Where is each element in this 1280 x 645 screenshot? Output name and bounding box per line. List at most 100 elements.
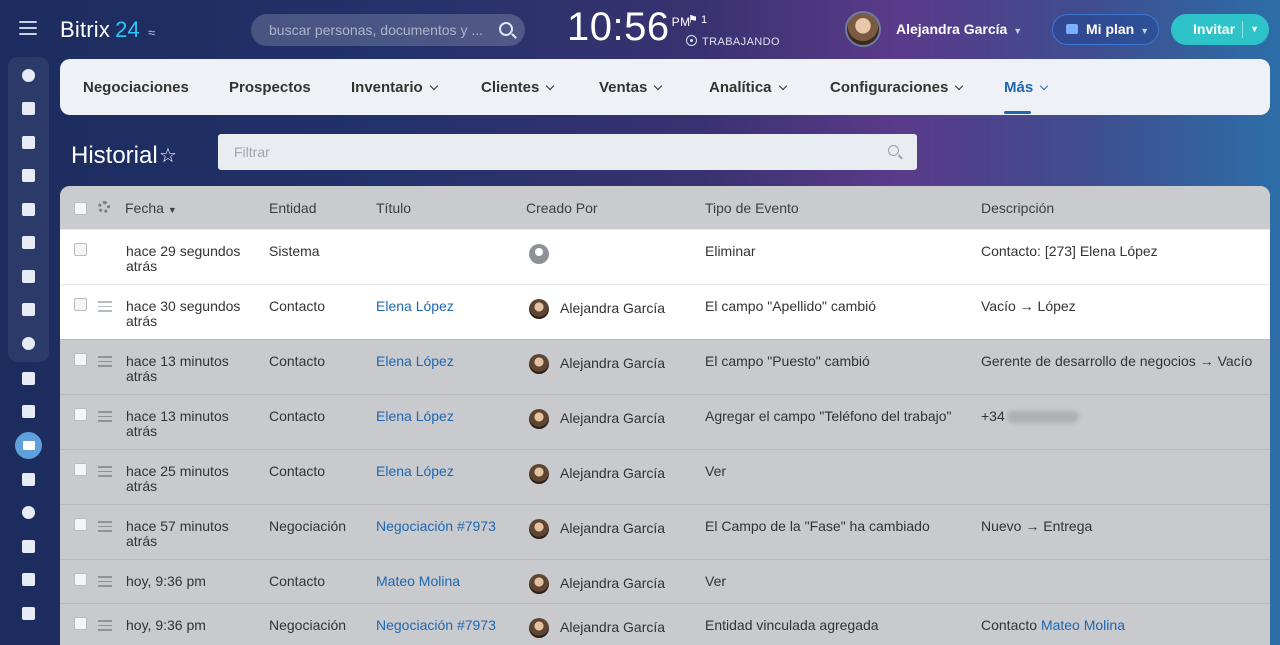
table-row[interactable]: hace 13 minutos atrás Contacto Elena Lóp…: [60, 339, 1270, 394]
tab-negociaciones[interactable]: Negociaciones: [83, 79, 189, 96]
sidebar-item-target-icon[interactable]: [20, 504, 37, 521]
row-checkbox[interactable]: [74, 353, 87, 366]
avatar[interactable]: [529, 574, 549, 594]
row-checkbox[interactable]: [74, 243, 87, 256]
desc-link[interactable]: Mateo Molina: [1041, 617, 1125, 633]
column-header-titulo[interactable]: Título: [376, 200, 411, 216]
sidebar-item-mail-icon[interactable]: [20, 268, 37, 285]
cell-creado-por[interactable]: Alejandra García: [560, 356, 665, 371]
search-icon[interactable]: [499, 22, 513, 36]
cell-creado-por[interactable]: Alejandra García: [560, 411, 665, 426]
invite-button[interactable]: Invitar ▼: [1171, 14, 1269, 45]
drag-handle-icon[interactable]: [98, 301, 112, 312]
cell-creado-por[interactable]: Alejandra García: [560, 620, 665, 635]
cell-titulo-link[interactable]: Mateo Molina: [376, 574, 460, 589]
tab-mas[interactable]: Más: [1004, 79, 1049, 96]
cell-titulo-link[interactable]: Negociación #7973: [376, 519, 496, 534]
column-header-creado-por[interactable]: Creado Por: [526, 200, 598, 216]
avatar[interactable]: [529, 464, 549, 484]
sidebar-item-tasks-icon[interactable]: [20, 100, 37, 117]
avatar[interactable]: [529, 519, 549, 539]
cell-titulo-link[interactable]: Elena López: [376, 354, 454, 369]
sidebar-item-sign-icon[interactable]: [20, 571, 37, 588]
avatar[interactable]: [529, 409, 549, 429]
tab-clientes[interactable]: Clientes: [481, 79, 555, 96]
user-menu[interactable]: Alejandra García ▼: [896, 21, 1022, 37]
column-header-fecha[interactable]: Fecha ▼: [125, 200, 177, 216]
tab-prospectos[interactable]: Prospectos: [229, 79, 311, 96]
cell-creado-por[interactable]: Alejandra García: [560, 301, 665, 316]
tab-configuraciones[interactable]: Configuraciones: [830, 79, 964, 96]
sidebar-item-edit-icon[interactable]: [20, 605, 37, 622]
menu-icon[interactable]: [19, 21, 37, 35]
cell-titulo-link[interactable]: Elena López: [376, 409, 454, 424]
work-status[interactable]: TRABAJANDO: [686, 34, 780, 48]
table-row[interactable]: hace 13 minutos atrás Contacto Elena Lóp…: [60, 394, 1270, 449]
star-icon[interactable]: ☆: [159, 143, 177, 168]
select-all-checkbox[interactable]: [74, 202, 87, 215]
my-plan-button[interactable]: Mi plan ▼: [1052, 14, 1159, 45]
cell-titulo-link[interactable]: Elena López: [376, 299, 454, 314]
drag-handle-icon[interactable]: [98, 576, 112, 587]
gear-icon[interactable]: [98, 201, 110, 213]
tab-inventario[interactable]: Inventario: [351, 79, 438, 96]
sidebar-item-crm-icon[interactable]: [20, 335, 37, 352]
cell-creado-por[interactable]: Alejandra García: [560, 521, 665, 536]
cell-titulo-link[interactable]: Negociación #7973: [376, 618, 496, 633]
chevron-down-icon: ▼: [1140, 26, 1150, 36]
sidebar-item-robot-icon[interactable]: [20, 471, 37, 488]
plan-label: Mi plan: [1086, 21, 1135, 37]
table-row[interactable]: hace 29 segundos atrás Sistema Eliminar …: [60, 229, 1270, 284]
tab-ventas[interactable]: Ventas: [599, 79, 663, 96]
sidebar-item-drive-icon[interactable]: [20, 201, 37, 218]
switch-icon[interactable]: ≈: [148, 25, 155, 40]
table-row[interactable]: hoy, 9:36 pm Negociación Negociación #79…: [60, 603, 1270, 645]
drag-handle-icon[interactable]: [98, 521, 112, 532]
search-icon[interactable]: [888, 145, 899, 156]
cell-entidad: Negociación: [269, 518, 347, 534]
chevron-down-icon[interactable]: ▼: [1250, 14, 1259, 45]
sidebar-item-checklist-icon[interactable]: [20, 370, 37, 387]
row-checkbox[interactable]: [74, 573, 87, 586]
search-input[interactable]: buscar personas, documentos y ...: [251, 14, 525, 46]
sidebar-item-contact-card-icon[interactable]: [20, 403, 37, 420]
filter-input[interactable]: Filtrar: [218, 134, 917, 170]
avatar[interactable]: [529, 354, 549, 374]
sidebar-item-groups-icon[interactable]: [20, 301, 37, 318]
sidebar-item-docs-icon[interactable]: [20, 234, 37, 251]
drag-handle-icon[interactable]: [98, 411, 112, 422]
avatar[interactable]: [529, 618, 549, 638]
sidebar-item-cart-icon[interactable]: [20, 538, 37, 555]
avatar[interactable]: [529, 299, 549, 319]
drag-handle-icon[interactable]: [98, 356, 112, 367]
drag-handle-icon[interactable]: [98, 620, 112, 631]
user-name: Alejandra García: [896, 21, 1008, 37]
row-checkbox[interactable]: [74, 298, 87, 311]
cell-titulo-link[interactable]: Elena López: [376, 464, 454, 479]
column-header-entidad[interactable]: Entidad: [269, 200, 316, 216]
clock[interactable]: 10:56 PM: [567, 5, 691, 50]
avatar[interactable]: [845, 11, 881, 47]
logo[interactable]: Bitrix 24 ≈: [60, 17, 155, 43]
table-row[interactable]: hace 30 segundos atrás Contacto Elena Ló…: [60, 284, 1270, 339]
cell-creado-por[interactable]: Alejandra García: [560, 466, 665, 481]
sidebar-item-feed-icon[interactable]: [20, 67, 37, 84]
column-header-tipo-evento[interactable]: Tipo de Evento: [705, 200, 799, 216]
tab-analitica[interactable]: Analítica: [709, 79, 787, 96]
divider: [1242, 21, 1243, 38]
table-row[interactable]: hoy, 9:36 pm Contacto Mateo Molina Aleja…: [60, 559, 1270, 603]
sidebar-item-calendar-icon[interactable]: [20, 167, 37, 184]
cell-tipo-evento: Ver: [705, 573, 727, 589]
sidebar-item-chat-icon[interactable]: [20, 134, 37, 151]
row-checkbox[interactable]: [74, 463, 87, 476]
cell-creado-por[interactable]: Alejandra García: [560, 576, 665, 591]
flag-counter[interactable]: ⚑ 1: [688, 13, 707, 26]
table-row[interactable]: hace 25 minutos atrás Contacto Elena Lóp…: [60, 449, 1270, 504]
sidebar-item-filter-icon[interactable]: [15, 432, 42, 459]
drag-handle-icon[interactable]: [98, 466, 112, 477]
table-row[interactable]: hace 57 minutos atrás Negociación Negoci…: [60, 504, 1270, 559]
row-checkbox[interactable]: [74, 408, 87, 421]
row-checkbox[interactable]: [74, 518, 87, 531]
column-header-descripcion[interactable]: Descripción: [981, 200, 1054, 216]
row-checkbox[interactable]: [74, 617, 87, 630]
